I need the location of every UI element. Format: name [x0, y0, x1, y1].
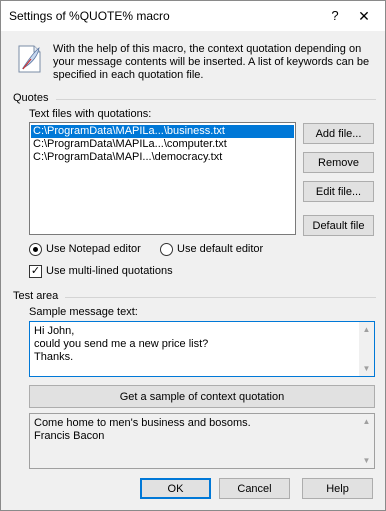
quotes-group-label: Quotes [13, 92, 49, 104]
quotation-files-list[interactable]: C:\ProgramData\MAPILa...\business.txt C:… [29, 122, 296, 235]
quotes-group-divider [56, 99, 376, 100]
help-title-button[interactable]: ? [325, 5, 345, 27]
get-sample-button[interactable]: Get a sample of context quotation [29, 385, 375, 408]
scroll-up-icon[interactable]: ▲ [359, 322, 374, 337]
remove-button[interactable]: Remove [303, 152, 374, 173]
cancel-button[interactable]: Cancel [219, 478, 290, 499]
test-area-group-label: Test area [13, 290, 59, 302]
sample-message-input[interactable]: Hi John, could you send me a new price l… [29, 321, 375, 377]
sample-result-text: Come home to men's business and bosoms. … [34, 417, 251, 442]
default-editor-label: Use default editor [177, 243, 264, 255]
sample-scrollbar[interactable]: ▲ ▼ [359, 322, 374, 376]
list-item[interactable]: C:\ProgramData\MAPILa...\computer.txt [31, 138, 294, 151]
add-file-button[interactable]: Add file... [303, 123, 374, 144]
multiline-checkbox[interactable]: ✓ [29, 265, 42, 278]
scroll-down-icon[interactable]: ▼ [359, 361, 374, 376]
ok-button[interactable]: OK [140, 478, 211, 499]
sample-message-text: Hi John, could you send me a new price l… [34, 325, 209, 363]
window-title: Settings of %QUOTE% macro [9, 9, 170, 23]
test-area-group-divider [65, 297, 376, 298]
sample-message-label: Sample message text: [29, 306, 138, 318]
settings-dialog: Settings of %QUOTE% macro ? ✕ With the h… [0, 0, 386, 511]
default-editor-radio[interactable] [160, 243, 173, 256]
info-text: With the help of this macro, the context… [53, 43, 370, 81]
list-item[interactable]: C:\ProgramData\MAPILa...\business.txt [31, 125, 294, 138]
sample-result-output: Come home to men's business and bosoms. … [29, 413, 375, 469]
multiline-label: Use multi-lined quotations [46, 265, 173, 277]
notepad-editor-radio[interactable] [29, 243, 42, 256]
help-button[interactable]: Help [302, 478, 373, 499]
scroll-down-icon[interactable]: ▼ [359, 453, 374, 468]
notepad-editor-label: Use Notepad editor [46, 243, 141, 255]
quill-document-icon [18, 45, 41, 73]
edit-file-button[interactable]: Edit file... [303, 181, 374, 202]
result-scrollbar[interactable]: ▲ ▼ [359, 414, 374, 468]
scroll-up-icon[interactable]: ▲ [359, 414, 374, 429]
text-files-label: Text files with quotations: [29, 108, 152, 120]
title-bar: Settings of %QUOTE% macro ? ✕ [1, 1, 385, 31]
close-window-button[interactable]: ✕ [352, 5, 376, 27]
default-file-button[interactable]: Default file [303, 215, 374, 236]
list-item[interactable]: C:\ProgramData\MAPI...\democracy.txt [31, 151, 294, 164]
